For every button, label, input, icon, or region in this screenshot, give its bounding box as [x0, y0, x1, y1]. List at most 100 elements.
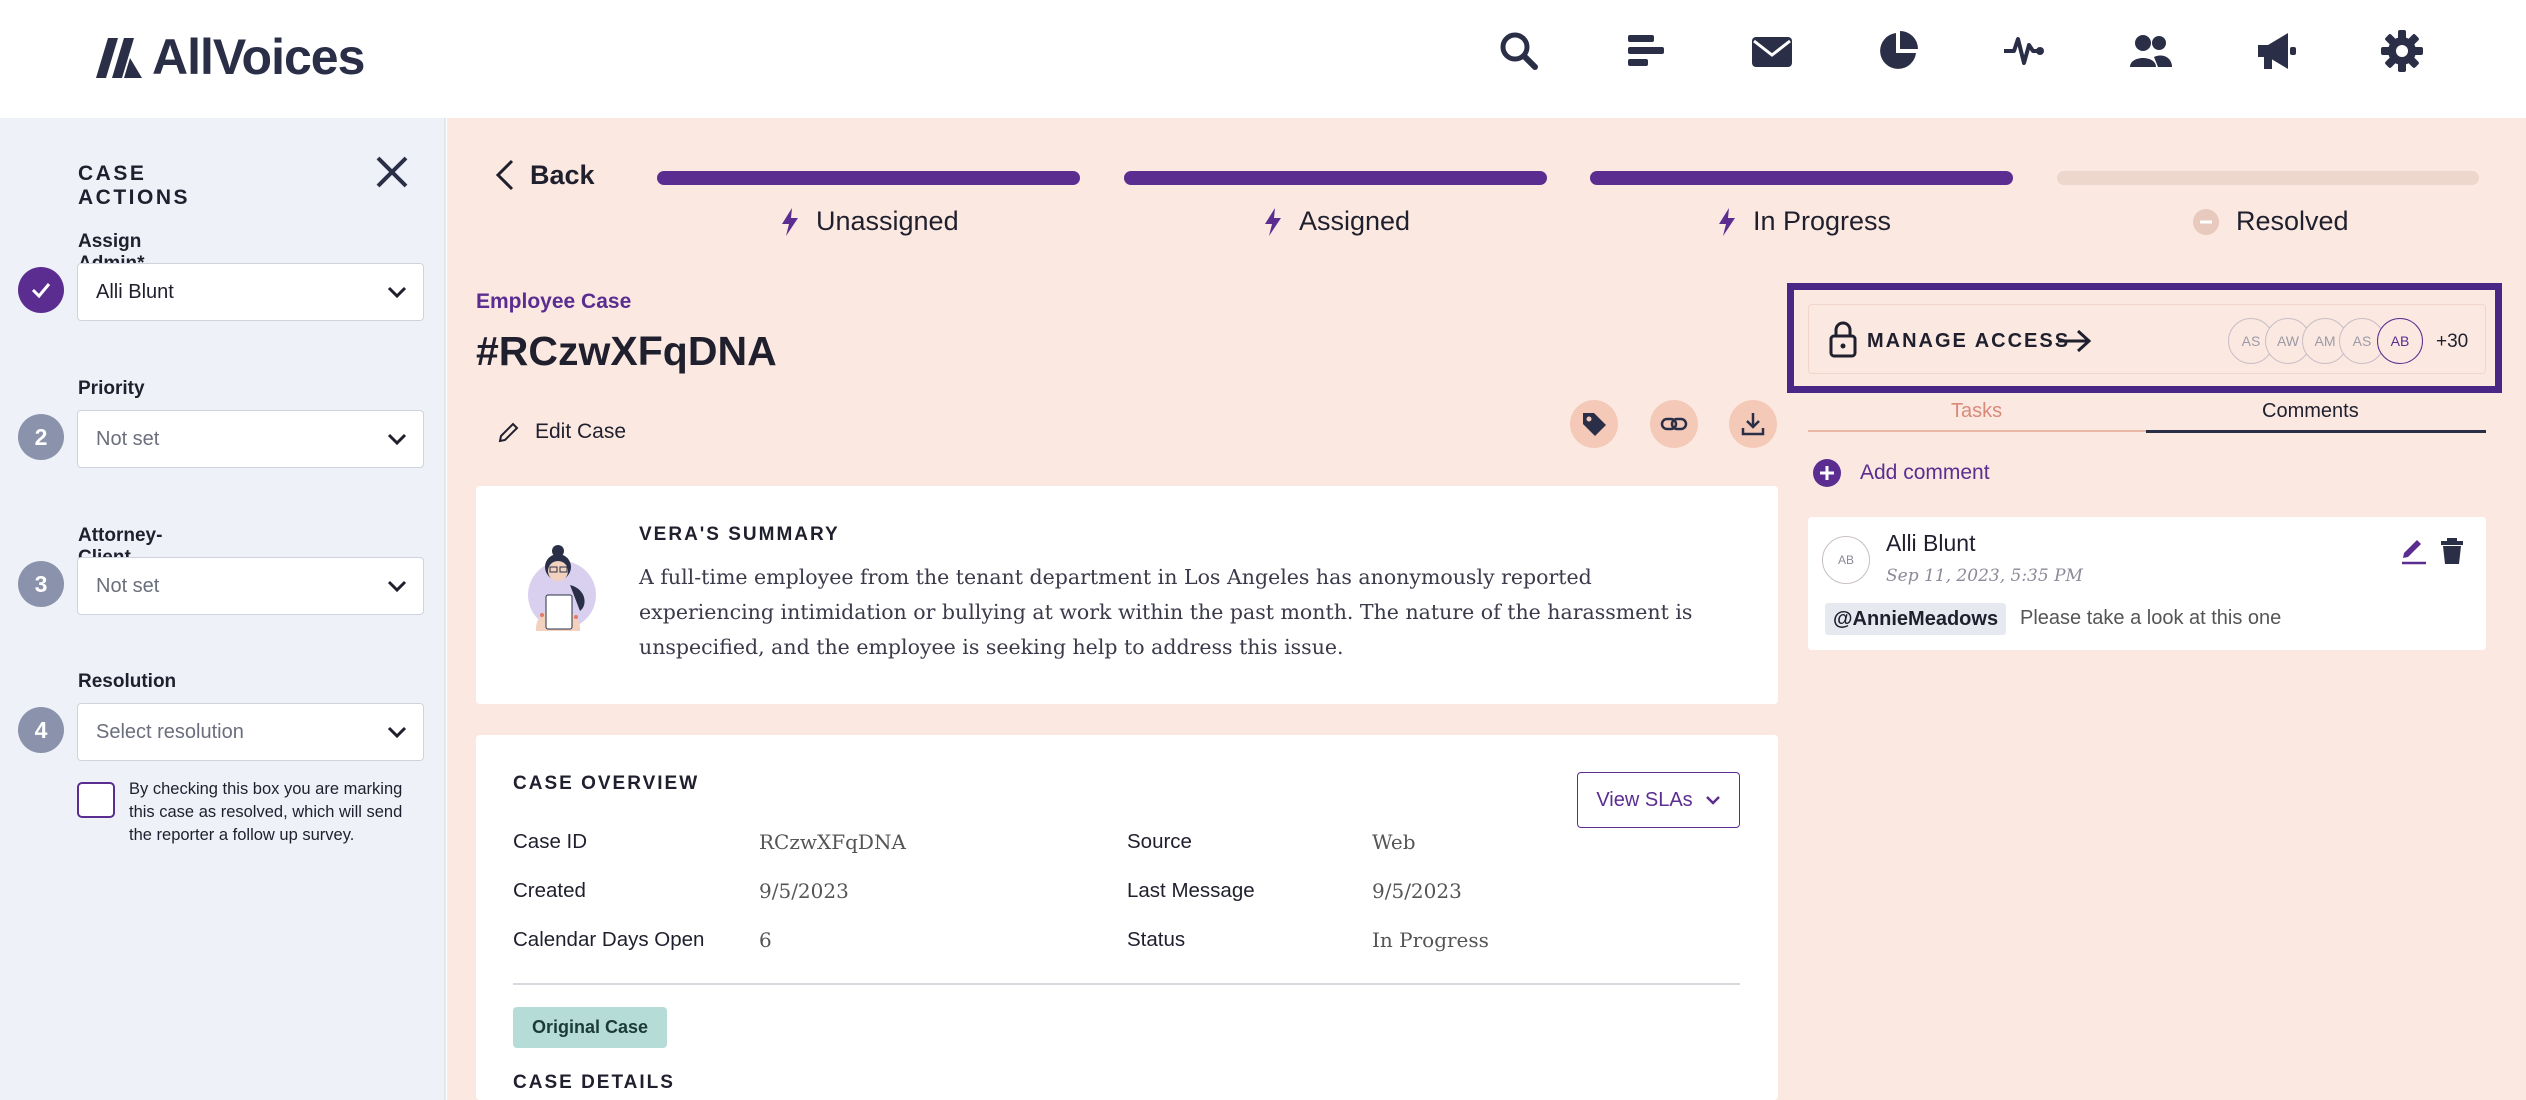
stage-in-progress: In Progress — [1717, 206, 1891, 237]
stage-bar-in-progress — [1590, 171, 2013, 185]
avatar: AB — [1822, 536, 1870, 584]
lightning-icon — [782, 207, 798, 236]
activity-icon[interactable] — [1998, 25, 2050, 77]
chevron-down-icon — [387, 433, 407, 446]
gear-icon[interactable] — [2376, 25, 2428, 77]
tab-comments[interactable]: Comments — [2262, 400, 2359, 423]
link-icon — [1660, 417, 1688, 431]
chevron-down-icon — [387, 726, 407, 739]
tag-button[interactable] — [1570, 400, 1618, 448]
attorney-client-privilege-select[interactable]: Not set — [77, 557, 424, 615]
case-details-title: CASE DETAILS — [513, 1072, 675, 1093]
overview-value: RCzwXFqDNA — [759, 830, 906, 854]
overview-key: Last Message — [1127, 879, 1255, 902]
stage-assigned: Assigned — [1263, 206, 1410, 237]
delete-comment-trash-icon[interactable] — [2437, 536, 2467, 566]
stage-label-text: Unassigned — [816, 206, 959, 236]
overview-key: Created — [513, 879, 586, 902]
case-type-label: Employee Case — [476, 290, 632, 313]
minus-circle-icon — [2193, 208, 2219, 235]
lightning-icon — [1265, 207, 1281, 236]
vera-summary-text: A full-time employee from the tenant dep… — [639, 565, 1693, 659]
stage-label-text: Assigned — [1299, 206, 1411, 236]
edit-case-button[interactable]: Edit Case — [497, 420, 626, 444]
pencil-icon — [498, 422, 519, 443]
stage-unassigned: Unassigned — [780, 206, 959, 237]
chevron-down-icon — [387, 580, 407, 593]
avatar[interactable]: AB — [2377, 318, 2423, 364]
overview-divider — [513, 983, 1740, 985]
search-icon[interactable] — [1493, 25, 1545, 77]
chevron-down-icon — [387, 286, 407, 299]
resolution-label: Resolution — [78, 671, 177, 692]
allvoices-logo[interactable]: AllVoices — [94, 28, 365, 86]
assign-admin-select[interactable]: Alli Blunt — [77, 263, 424, 321]
resolution-value: Select resolution — [96, 720, 244, 743]
comment-mention[interactable]: @AnnieMeadows — [1825, 603, 2007, 635]
overview-key: Calendar Days Open — [513, 928, 705, 951]
overview-key: Source — [1127, 830, 1192, 853]
brand-name: AllVoices — [152, 29, 365, 85]
mark-resolved-checkbox[interactable] — [77, 782, 115, 818]
vera-summary-title: VERA'S SUMMARY — [639, 524, 840, 545]
logo-mark-icon — [96, 38, 142, 78]
back-button[interactable]: Back — [494, 158, 595, 192]
resolution-select[interactable]: Select resolution — [77, 703, 424, 761]
back-label: Back — [530, 159, 595, 190]
lock-icon — [1829, 321, 1857, 358]
comment-timestamp: Sep 11, 2023, 5:35 PM — [1886, 566, 2083, 586]
tab-comments-underline — [2146, 430, 2486, 433]
mail-icon[interactable] — [1746, 25, 1798, 77]
privilege-value: Not set — [96, 574, 160, 597]
case-id-title: #RCzwXFqDNA — [476, 328, 777, 374]
tag-icon — [1583, 413, 1606, 436]
tab-tasks-underline — [1808, 430, 2146, 432]
overview-value: 9/5/2023 — [1372, 879, 1462, 903]
overview-key: Case ID — [513, 830, 588, 853]
priority-select[interactable]: Not set — [77, 410, 424, 468]
stage-resolved: Resolved — [2192, 206, 2349, 237]
priority-value: Not set — [96, 427, 160, 450]
view-slas-dropdown[interactable]: View SLAs — [1577, 772, 1740, 828]
original-case-badge: Original Case — [513, 1007, 667, 1048]
list-icon[interactable] — [1620, 25, 1672, 77]
step-number-badge: 3 — [18, 561, 64, 607]
more-members-count[interactable]: +30 — [2436, 331, 2468, 353]
download-button[interactable] — [1729, 400, 1777, 448]
tab-tasks[interactable]: Tasks — [1951, 400, 2002, 423]
chevron-left-icon — [495, 159, 514, 191]
stage-bar-resolved — [2057, 171, 2479, 185]
pie-chart-icon[interactable] — [1872, 25, 1924, 77]
step-complete-check-icon — [18, 267, 64, 313]
add-comment-button[interactable]: Add comment — [1812, 458, 1990, 488]
close-icon[interactable] — [372, 152, 412, 192]
stage-label-text: Resolved — [2236, 206, 2349, 236]
download-icon — [1741, 413, 1765, 436]
priority-label: Priority — [78, 378, 145, 399]
comment-text: Please take a look at this one — [2020, 607, 2282, 629]
case-actions-title: CASE ACTIONS — [78, 162, 190, 209]
mark-resolved-text: By checking this box you are marking thi… — [129, 780, 403, 844]
view-slas-label: View SLAs — [1596, 788, 1693, 811]
manage-access-button[interactable]: MANAGE ACCESS — [1867, 330, 2070, 353]
arrow-right-icon[interactable] — [2056, 327, 2092, 355]
users-icon[interactable] — [2124, 25, 2176, 77]
step-number-badge: 4 — [18, 707, 64, 753]
case-overview-title: CASE OVERVIEW — [513, 773, 700, 794]
edit-case-label: Edit Case — [535, 420, 627, 443]
megaphone-icon[interactable] — [2250, 25, 2302, 77]
overview-value: 6 — [759, 928, 772, 952]
chevron-down-icon — [1705, 796, 1720, 805]
overview-value: In Progress — [1372, 928, 1489, 952]
overview-value: Web — [1372, 830, 1416, 854]
stage-bar-assigned — [1124, 171, 1547, 185]
copy-link-button[interactable] — [1650, 400, 1698, 448]
lightning-icon — [1719, 207, 1735, 236]
stage-label-text: In Progress — [1753, 206, 1892, 236]
vera-avatar-illustration — [528, 545, 596, 631]
edit-comment-pencil-icon[interactable] — [2399, 536, 2429, 566]
step-number-badge: 2 — [18, 414, 64, 460]
assign-admin-value: Alli Blunt — [96, 280, 174, 303]
add-icon — [1813, 459, 1841, 487]
add-comment-label: Add comment — [1860, 461, 1990, 484]
